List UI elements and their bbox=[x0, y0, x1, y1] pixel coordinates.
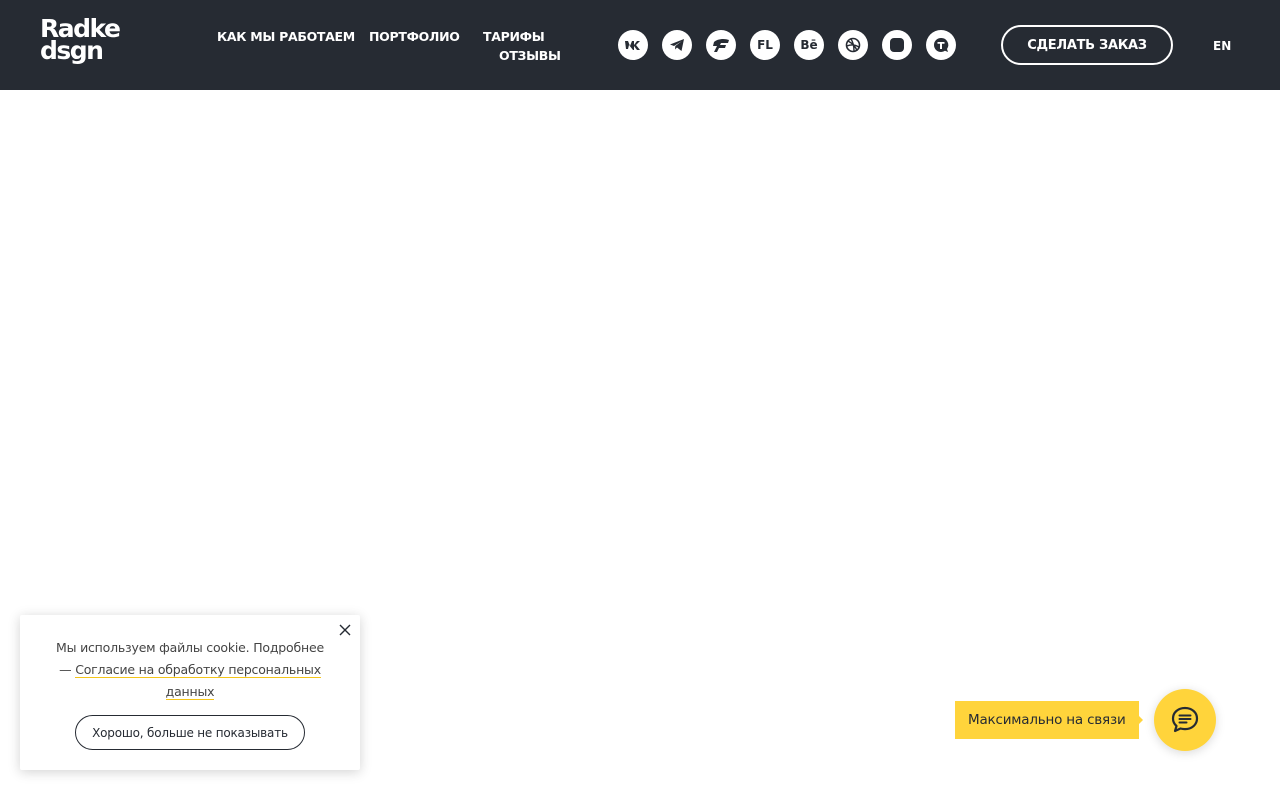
logo[interactable]: Radke dsgn bbox=[40, 16, 144, 70]
order-button[interactable]: СДЕЛАТЬ ЗАКАЗ bbox=[1001, 25, 1173, 65]
dribbble-icon[interactable] bbox=[838, 30, 868, 60]
cookie-accept-button[interactable]: Хорошо, больше не показывать bbox=[75, 715, 305, 750]
privacy-consent-link[interactable]: Согласие на обработку персональных данны… bbox=[75, 662, 321, 700]
cookie-banner: Мы используем файлы cookie. Подробнее — … bbox=[20, 615, 360, 770]
behance-icon[interactable]: Bē bbox=[794, 30, 824, 60]
vk-icon[interactable] bbox=[618, 30, 648, 60]
tiktok-chat-icon[interactable] bbox=[926, 30, 956, 60]
fl-icon[interactable]: FL bbox=[750, 30, 780, 60]
nav-how-we-work[interactable]: КАК МЫ РАБОТАЕМ bbox=[217, 29, 355, 44]
chat-bubble-icon bbox=[1171, 706, 1199, 733]
chat-button[interactable] bbox=[1154, 689, 1216, 751]
logo-line-2: dsgn bbox=[40, 36, 104, 65]
instagram-icon[interactable] bbox=[882, 30, 912, 60]
fl-label: FL bbox=[757, 38, 773, 52]
nav-pricing[interactable]: ТАРИФЫ bbox=[483, 29, 545, 44]
nav-reviews[interactable]: ОТЗЫВЫ bbox=[499, 48, 561, 63]
chat-label-arrow bbox=[1134, 711, 1143, 729]
freelancer-icon[interactable] bbox=[706, 30, 736, 60]
cookie-text: Мы используем файлы cookie. Подробнее — … bbox=[50, 637, 330, 703]
nav-portfolio[interactable]: ПОРТФОЛИО bbox=[369, 29, 460, 44]
site-header: Radke dsgn КАК МЫ РАБОТАЕМ ПОРТФОЛИО ТАР… bbox=[0, 0, 1280, 90]
behance-label: Bē bbox=[800, 38, 818, 52]
chat-label[interactable]: Максимально на связи bbox=[955, 701, 1139, 739]
close-icon[interactable] bbox=[338, 623, 352, 637]
telegram-icon[interactable] bbox=[662, 30, 692, 60]
language-switch[interactable]: EN bbox=[1213, 39, 1231, 53]
